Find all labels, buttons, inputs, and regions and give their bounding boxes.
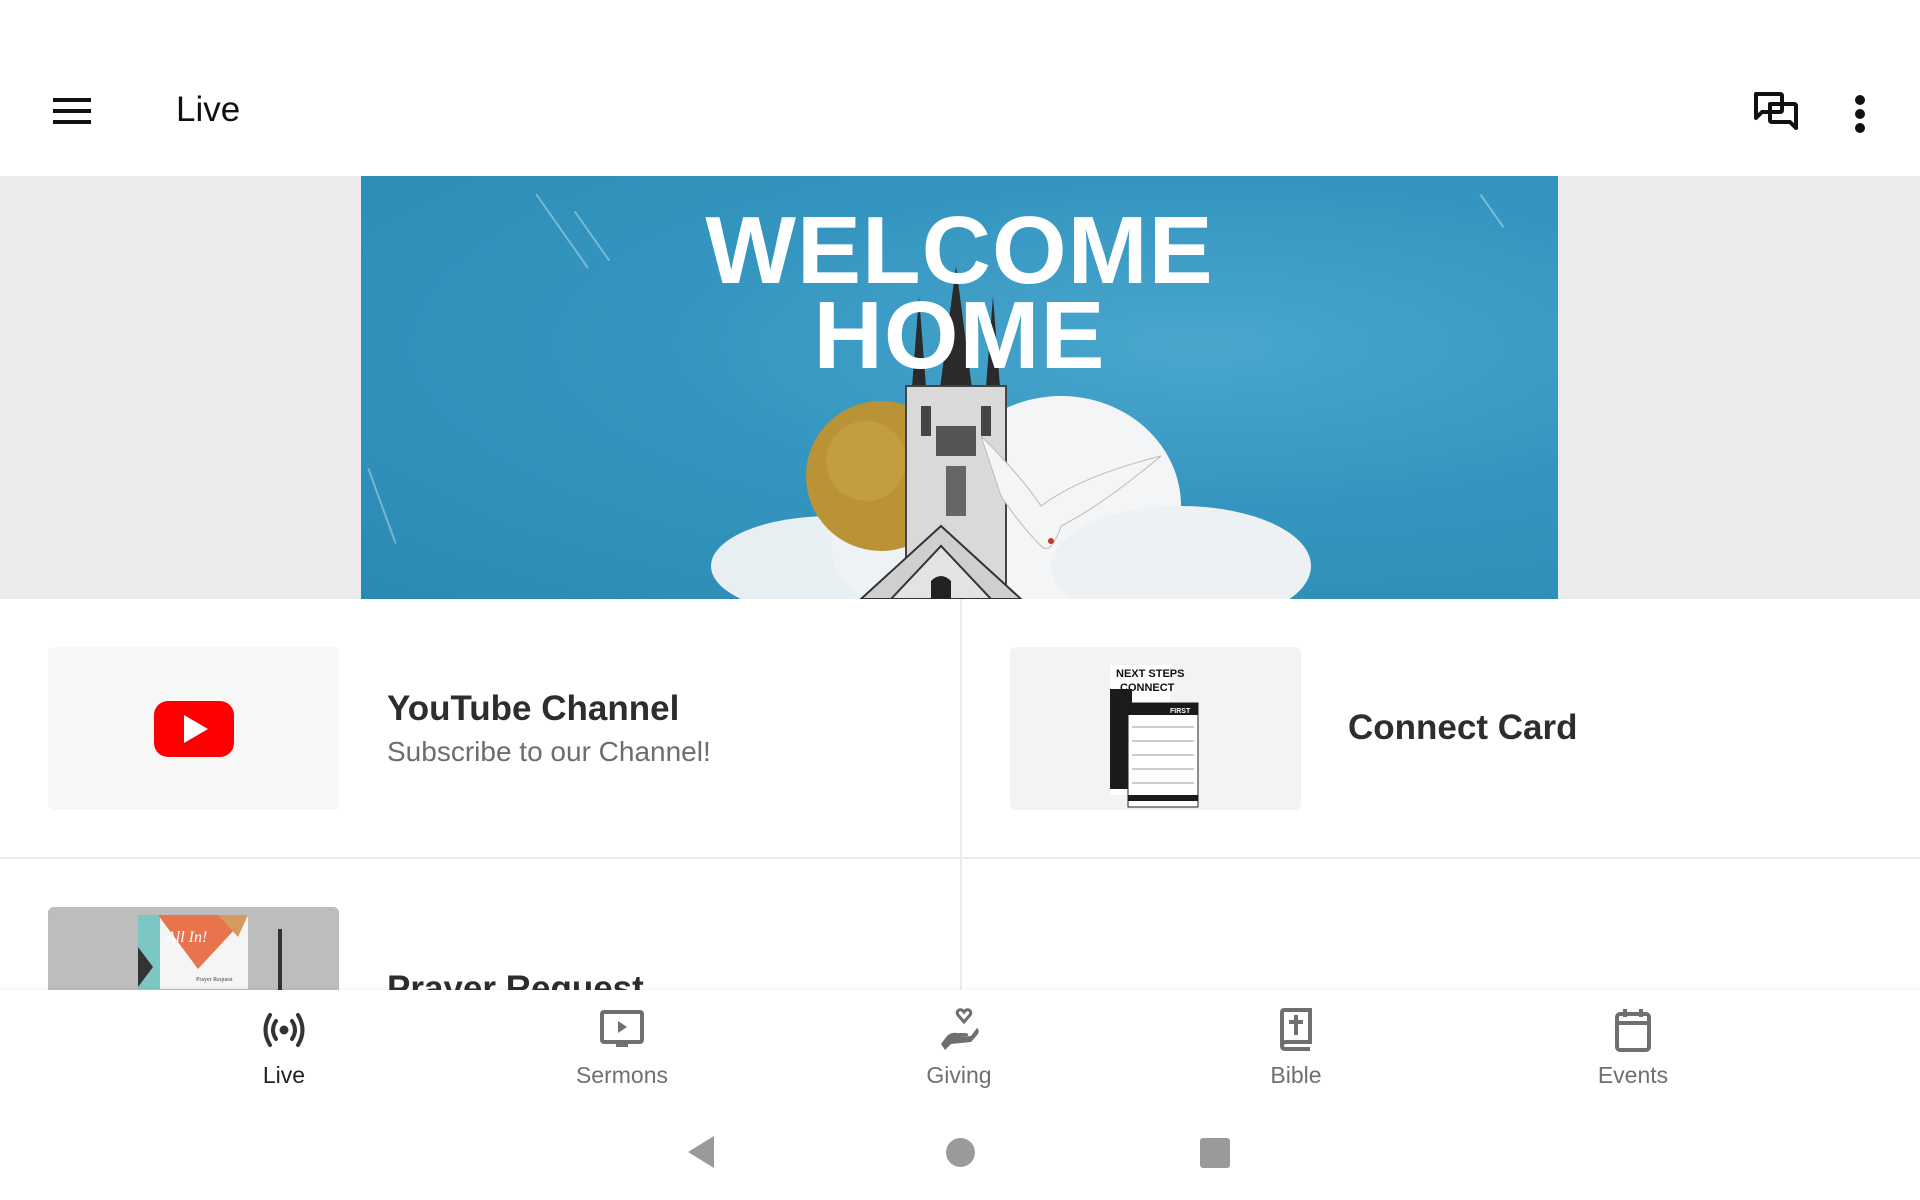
content-grid: YouTube Channel Subscribe to our Channel… [0,599,1920,990]
chat-icon[interactable] [1748,86,1804,142]
live-broadcast-icon [263,1013,305,1047]
tile-connect-card[interactable]: NEXT STEPS CONNECT FIRST Connect Card [962,599,1920,857]
svg-text:FIRST: FIRST [1170,708,1191,715]
calendar-icon [1615,1009,1651,1052]
banner-heading-line2: HOME [813,282,1106,389]
hero-banner-area: WELCOME HOME [0,176,1920,599]
video-play-icon [600,1010,644,1047]
nav-tab-bible[interactable]: Bible [1196,990,1396,1100]
hamburger-menu-icon[interactable] [44,86,100,136]
nav-label: Events [1597,1062,1669,1088]
bottom-navigation: Live Sermons Giving Bible Events [0,990,1920,1100]
recents-icon[interactable] [1200,1138,1230,1168]
svg-text:NEXT STEPS: NEXT STEPS [1116,668,1184,680]
tile-prayer-request[interactable]: All In! Prayer Request Prayer Request [0,859,958,990]
svg-text:All In!: All In! [165,929,207,946]
more-options-icon[interactable] [1834,86,1886,142]
nav-tab-live[interactable]: Live [184,990,384,1100]
tile-title: Connect Card [1348,708,1578,747]
tile-youtube-channel[interactable]: YouTube Channel Subscribe to our Channel… [0,599,958,857]
nav-tab-events[interactable]: Events [1533,990,1733,1100]
prayer-request-thumbnail: All In! Prayer Request [48,907,339,990]
back-icon[interactable] [686,1136,716,1168]
page-title: Live [176,90,241,129]
system-navigation-bar [0,1100,1920,1200]
nav-label: Sermons [575,1062,669,1088]
svg-text:Prayer Request: Prayer Request [196,977,233,983]
welcome-banner[interactable]: WELCOME HOME [361,176,1558,599]
connect-card-thumbnail: NEXT STEPS CONNECT FIRST [1010,647,1301,810]
svg-text:CONNECT: CONNECT [1120,682,1175,694]
nav-label: Bible [1270,1062,1322,1088]
app-screen: Live WELCOME HOME YouTube Channel Subscr… [0,0,1920,1200]
nav-tab-giving[interactable]: Giving [859,990,1059,1100]
tile-title: YouTube Channel [387,689,680,728]
nav-label: Giving [926,1062,992,1088]
bible-book-icon [1279,1008,1312,1051]
tile-subtitle: Subscribe to our Channel! [387,736,711,767]
youtube-thumbnail [48,647,339,810]
top-app-bar: Live [0,0,1920,176]
home-icon[interactable] [946,1138,975,1167]
giving-hand-heart-icon [941,1008,979,1050]
nav-label: Live [262,1062,306,1088]
nav-tab-sermons[interactable]: Sermons [522,990,722,1100]
tile-title: Prayer Request [387,969,644,990]
